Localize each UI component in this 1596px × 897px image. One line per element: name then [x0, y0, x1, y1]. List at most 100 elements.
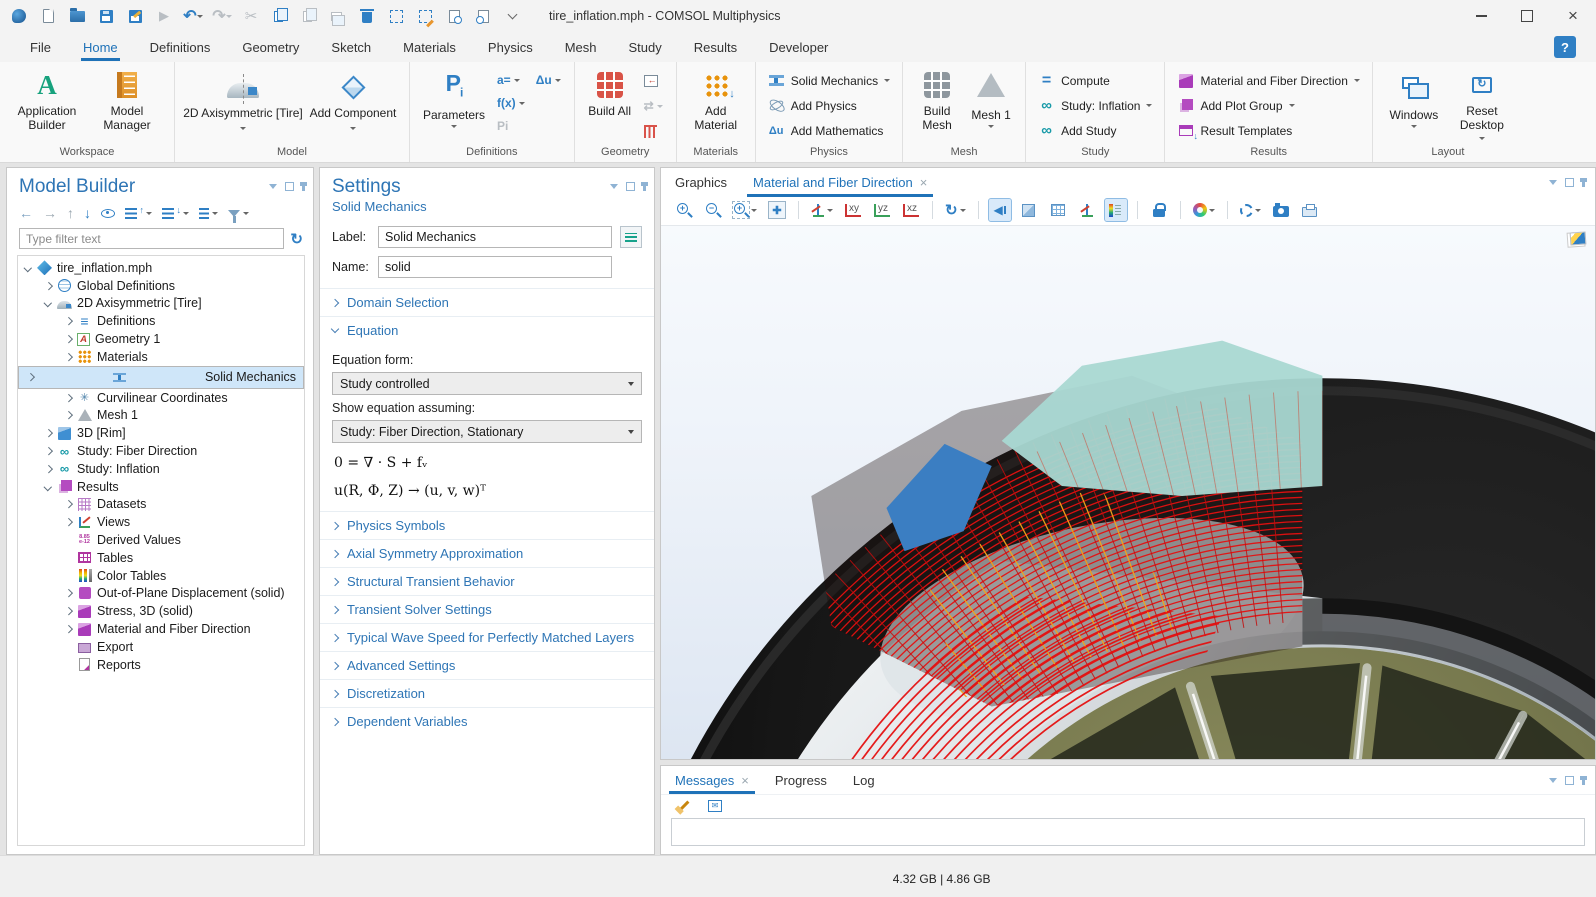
tree-filter-input[interactable]	[19, 228, 284, 249]
add-physics-button[interactable]: Add Physics	[764, 95, 894, 116]
show-equation-select[interactable]: Study: Fiber Direction, Stationary	[332, 420, 642, 443]
section-discretization[interactable]: Discretization	[320, 679, 654, 707]
tab-definitions[interactable]: Definitions	[148, 34, 213, 61]
expander-icon[interactable]	[64, 394, 72, 402]
tree-item-export[interactable]: Export	[18, 638, 304, 656]
panel-menu-icon[interactable]	[1549, 180, 1557, 185]
model-tree-nodes-button[interactable]	[199, 208, 218, 219]
move-down-button[interactable]: ↓	[84, 205, 91, 221]
tree-item-views[interactable]: Views	[18, 513, 304, 531]
expander-icon[interactable]	[44, 465, 52, 473]
add-component-button[interactable]: Add Component	[305, 67, 401, 132]
tab-log[interactable]: Log	[853, 766, 875, 794]
expander-icon[interactable]	[44, 429, 52, 437]
view-xy-button[interactable]: xy	[842, 199, 864, 221]
expander-icon[interactable]	[44, 282, 52, 290]
scene-light-button[interactable]: ◀	[989, 199, 1011, 221]
panel-menu-icon[interactable]	[1549, 778, 1557, 783]
float-panel-icon[interactable]	[626, 182, 635, 191]
pin-panel-icon[interactable]	[302, 182, 305, 191]
application-builder-button[interactable]: A Application Builder	[8, 67, 86, 133]
tree-item-global-definitions[interactable]: Global Definitions	[18, 277, 304, 295]
minimize-button[interactable]	[1458, 0, 1504, 32]
panel-menu-icon[interactable]	[610, 184, 618, 189]
pin-panel-icon[interactable]	[1582, 178, 1585, 187]
functions-button[interactable]: f(x)	[494, 94, 564, 112]
expander-icon[interactable]	[64, 625, 72, 633]
model-manager-button[interactable]: Model Manager	[88, 67, 166, 133]
tree-item-geometry1[interactable]: Geometry 1	[18, 330, 304, 348]
color-legend-button[interactable]	[1105, 199, 1127, 221]
rotate-view-button[interactable]: ↻	[943, 199, 968, 221]
run-button[interactable]: ▶	[153, 5, 175, 27]
view-xz-button[interactable]: xz	[900, 199, 922, 221]
expander-icon[interactable]	[44, 299, 52, 307]
open-file-button[interactable]	[66, 5, 88, 27]
zoom-box-button[interactable]	[731, 199, 759, 221]
section-transient-solver[interactable]: Transient Solver Settings	[320, 595, 654, 623]
expander-icon[interactable]	[64, 353, 72, 361]
refresh-icon[interactable]: ↻	[290, 230, 303, 248]
tab-physics[interactable]: Physics	[486, 34, 535, 61]
print-button[interactable]	[1299, 199, 1321, 221]
tab-study[interactable]: Study	[627, 34, 664, 61]
section-structural-transient[interactable]: Structural Transient Behavior	[320, 567, 654, 595]
study-inflation-button[interactable]: ∞Study: Inflation	[1034, 95, 1156, 116]
result-templates-button[interactable]: Result Templates	[1173, 120, 1363, 141]
tab-graphics[interactable]: Graphics	[675, 168, 727, 197]
add-study-button[interactable]: ∞Add Study	[1034, 120, 1156, 141]
save-as-button[interactable]	[124, 5, 146, 27]
expander-icon[interactable]	[64, 518, 72, 526]
solid-mechanics-button[interactable]: Solid Mechanics	[764, 70, 894, 91]
customize-toolbar-button[interactable]	[501, 5, 523, 27]
section-physics-symbols[interactable]: Physics Symbols	[320, 511, 654, 539]
add-material-button[interactable]: Add Material	[685, 67, 747, 133]
tree-item-root[interactable]: tire_inflation.mph	[18, 259, 304, 277]
zoom-extents-button[interactable]: ✚	[766, 199, 788, 221]
zoom-out-button[interactable]	[702, 199, 724, 221]
rename-icon[interactable]	[620, 226, 642, 248]
tree-item-definitions[interactable]: Definitions	[18, 312, 304, 330]
tab-mesh[interactable]: Mesh	[563, 34, 599, 61]
undo-button[interactable]: ↶	[182, 5, 204, 27]
forward-button[interactable]: →	[43, 205, 57, 221]
close-tab-icon[interactable]: ×	[741, 773, 749, 788]
expand-all-button[interactable]	[125, 208, 152, 219]
compute-button[interactable]: =Compute	[1034, 70, 1156, 91]
section-equation[interactable]: Equation	[320, 316, 654, 344]
open-message-window-button[interactable]: ✉	[704, 795, 726, 817]
duplicate-button[interactable]	[327, 5, 349, 27]
tree-item-derived-values[interactable]: Derived Values	[18, 531, 304, 549]
equation-form-select[interactable]: Study controlled	[332, 372, 642, 395]
copy-button[interactable]	[269, 5, 291, 27]
nonlocal-couplings-button[interactable]: Δu	[533, 71, 564, 89]
tree-item-materials[interactable]: Materials	[18, 348, 304, 366]
zoom-in-button[interactable]	[673, 199, 695, 221]
parameter-case-button[interactable]: Pi	[494, 117, 564, 135]
tab-results[interactable]: Results	[692, 34, 739, 61]
material-fiber-direction-button[interactable]: Material and Fiber Direction	[1173, 70, 1363, 91]
build-mesh-button[interactable]: Build Mesh	[911, 67, 963, 133]
find-replace-button[interactable]	[472, 5, 494, 27]
pin-panel-icon[interactable]	[643, 182, 646, 191]
delete-button[interactable]	[356, 5, 378, 27]
lock-view-button[interactable]	[1148, 199, 1170, 221]
expander-icon[interactable]	[26, 373, 34, 381]
float-panel-icon[interactable]	[1565, 178, 1574, 187]
plot-thumbnail-icon[interactable]	[1570, 231, 1587, 245]
tree-item-3d-rim[interactable]: 3D [Rim]	[18, 424, 304, 442]
maximize-button[interactable]	[1504, 0, 1550, 32]
tab-materials[interactable]: Materials	[401, 34, 458, 61]
section-advanced[interactable]: Advanced Settings	[320, 651, 654, 679]
windows-button[interactable]: Windows	[1381, 67, 1447, 132]
close-button[interactable]: ×	[1550, 0, 1596, 32]
find-button[interactable]	[443, 5, 465, 27]
float-panel-icon[interactable]	[285, 182, 294, 191]
select-box-button[interactable]	[385, 5, 407, 27]
tree-item-study-fiber-direction[interactable]: Study: Fiber Direction	[18, 442, 304, 460]
new-file-button[interactable]	[37, 5, 59, 27]
back-button[interactable]: ←	[19, 205, 33, 221]
mesh1-button[interactable]: Mesh 1	[965, 67, 1017, 132]
axisymmetric-component-button[interactable]: 2D Axisymmetric [Tire]	[183, 67, 303, 132]
float-panel-icon[interactable]	[1565, 776, 1574, 785]
